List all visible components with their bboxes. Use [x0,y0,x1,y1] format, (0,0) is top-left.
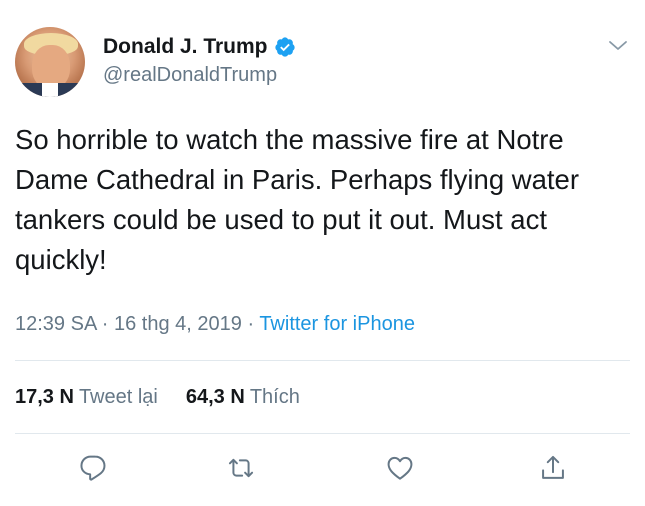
name-row: Donald J. Trump [103,34,296,60]
likes-count: 64,3 N [185,386,245,408]
likes-label: Thích [249,386,300,408]
avatar[interactable] [15,27,85,97]
tweet-stats: 17,3 N Tweet lại 64,3 N Thích [15,384,300,410]
tweet-date[interactable]: 16 thg 4, 2019 [114,313,242,335]
verified-badge-icon [274,36,296,58]
like-button[interactable] [385,453,415,483]
divider [15,433,630,434]
retweets-label: Tweet lại [78,386,158,408]
tweet-text: So horrible to watch the massive fire at… [15,124,580,275]
tweet-source-link[interactable]: Twitter for iPhone [259,313,415,335]
reply-button[interactable] [78,453,108,483]
meta-separator: · [247,313,255,335]
retweets-count: 17,3 N [15,386,74,408]
chevron-down-icon[interactable] [607,38,629,54]
retweets-stat[interactable]: 17,3 N Tweet lại [15,384,158,410]
user-info: Donald J. Trump @realDonaldTrump [103,34,296,88]
user-handle[interactable]: @realDonaldTrump [103,62,296,88]
meta-separator: · [101,313,109,335]
likes-stat[interactable]: 64,3 N Thích [186,384,300,410]
display-name[interactable]: Donald J. Trump [103,34,268,60]
share-icon [542,455,564,479]
heart-icon [387,456,413,480]
share-button[interactable] [538,453,568,483]
tweet-card: Donald J. Trump @realDonaldTrump So horr… [0,0,645,506]
divider [15,360,630,361]
tweet-meta: 12:39 SA · 16 thg 4, 2019 · Twitter for … [15,311,415,337]
tweet-time[interactable]: 12:39 SA [15,313,96,335]
reply-icon [80,455,106,481]
retweet-button[interactable] [226,453,256,483]
retweet-icon [228,458,254,478]
